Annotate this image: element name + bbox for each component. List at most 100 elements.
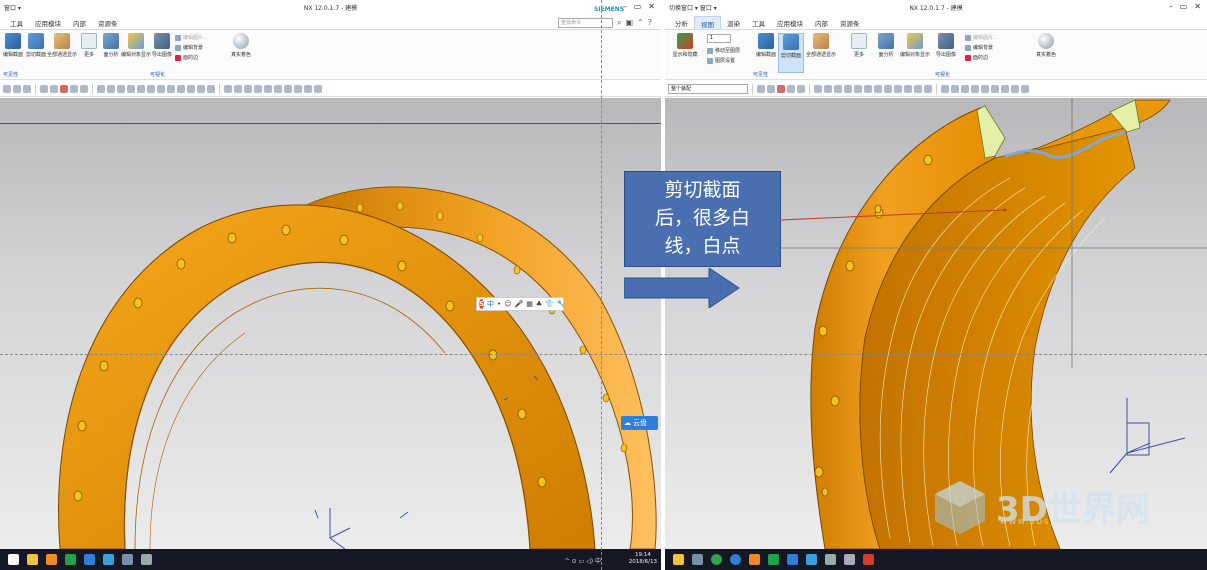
ribbon-small-face-edges[interactable]: 面的边 xyxy=(175,54,198,61)
tool-icon[interactable] xyxy=(844,84,852,93)
sogou-icon[interactable]: S xyxy=(479,299,485,309)
tool-icon[interactable] xyxy=(824,84,832,93)
menu-item-tools[interactable]: 工具 xyxy=(746,16,771,29)
close-icon[interactable]: ✕ xyxy=(1194,2,1201,11)
keyboard-icon[interactable]: ▦ xyxy=(526,300,533,308)
tool-icon[interactable] xyxy=(941,84,949,93)
clip-section-button[interactable]: 剪切截面 xyxy=(778,33,804,73)
tool-icon[interactable] xyxy=(254,84,262,93)
collapse-ribbon-icon[interactable]: ⌃ xyxy=(637,18,644,28)
floating-input-toolbar[interactable]: S 中 • ☺ 🎤 ▦ ♣ 👕 🔧 xyxy=(476,297,566,311)
menu-item-internal[interactable]: 内部 xyxy=(67,16,92,29)
true-shading-button[interactable]: 真实着色 xyxy=(228,33,254,58)
tool-icon[interactable] xyxy=(284,84,292,93)
more-button[interactable]: 更多 xyxy=(846,33,872,58)
tool-icon[interactable] xyxy=(924,84,932,93)
wechat-icon[interactable] xyxy=(711,554,722,565)
settings-icon[interactable]: 🔧 xyxy=(557,300,566,308)
minimize-icon[interactable]: – xyxy=(1169,2,1173,11)
selection-filter-select[interactable]: 整个装配 xyxy=(668,83,748,94)
menu-item-resource-bar[interactable]: 资源条 xyxy=(92,16,124,29)
tool-icon[interactable] xyxy=(304,84,312,93)
nx-icon[interactable] xyxy=(103,554,114,565)
tool-icon[interactable] xyxy=(1021,84,1029,93)
tool-icon[interactable] xyxy=(80,84,88,93)
app-icon[interactable] xyxy=(844,554,855,565)
tool-icon[interactable] xyxy=(197,84,205,93)
tool-icon[interactable] xyxy=(914,84,922,93)
window-icon[interactable]: ▣ xyxy=(625,18,633,28)
tool-icon[interactable] xyxy=(207,84,215,93)
tool-icon[interactable] xyxy=(294,84,302,93)
ribbon-small-edit-background[interactable]: 编辑背景 xyxy=(965,44,993,51)
tool-icon[interactable] xyxy=(187,84,195,93)
tool-icon[interactable] xyxy=(1011,84,1019,93)
tool-icon[interactable] xyxy=(874,84,882,93)
tool-icon[interactable] xyxy=(167,84,175,93)
menu-item-analysis[interactable]: 分析 xyxy=(669,16,694,29)
tool-icon[interactable] xyxy=(757,84,765,93)
punctuation-icon[interactable]: • xyxy=(497,300,501,308)
tool-icon[interactable] xyxy=(894,84,902,93)
system-tray[interactable]: ^ ⊙ ▭ ◁) 中 xyxy=(565,556,601,565)
nx-icon[interactable] xyxy=(806,554,817,565)
folder-icon[interactable] xyxy=(673,554,684,565)
tool-icon[interactable] xyxy=(97,84,105,93)
menu-item-applications[interactable]: 应用模块 xyxy=(29,16,67,29)
tool-icon[interactable] xyxy=(60,84,68,93)
tool-icon[interactable] xyxy=(234,84,242,93)
tool-icon[interactable] xyxy=(107,84,115,93)
menu-item-view[interactable]: 视图 xyxy=(694,16,721,29)
edit-object-display-button[interactable]: 编辑对象显示 xyxy=(898,33,932,58)
cloud-disk-button[interactable]: ☁ 云盘 xyxy=(621,416,658,430)
app-icon[interactable] xyxy=(65,554,76,565)
layer-dropdown[interactable]: 1 xyxy=(707,34,731,43)
ribbon-small-move-to-layer[interactable]: 移动至图层 xyxy=(707,47,740,54)
true-shading-button[interactable]: 真实着色 xyxy=(1033,33,1059,58)
clock[interactable]: 19:14 2018/6/13 xyxy=(629,552,657,566)
tool-icon[interactable] xyxy=(40,84,48,93)
tool-icon[interactable] xyxy=(264,84,272,93)
export-image-button[interactable]: 导出图像 xyxy=(149,33,175,58)
tool-icon[interactable] xyxy=(157,84,165,93)
pdf-icon[interactable] xyxy=(863,554,874,565)
tool-icon[interactable] xyxy=(70,84,78,93)
tool-icon[interactable] xyxy=(884,84,892,93)
ribbon-small-edit-picture[interactable]: 编辑图片... xyxy=(965,34,998,41)
app-icon[interactable] xyxy=(768,554,779,565)
edit-object-display-button[interactable]: 编辑对象显示 xyxy=(121,33,151,58)
app-icon[interactable] xyxy=(787,554,798,565)
app-icon[interactable] xyxy=(122,554,133,565)
tool-icon[interactable] xyxy=(854,84,862,93)
tool-icon[interactable] xyxy=(961,84,969,93)
tool-icon[interactable] xyxy=(274,84,282,93)
tool-icon[interactable] xyxy=(13,84,21,93)
command-search-input[interactable]: 查找命令 xyxy=(558,18,613,28)
export-image-button[interactable]: 导出图像 xyxy=(933,33,959,58)
tool-icon[interactable] xyxy=(127,84,135,93)
folder-icon[interactable] xyxy=(46,554,57,565)
tool-icon[interactable] xyxy=(991,84,999,93)
tool-icon[interactable] xyxy=(147,84,155,93)
app-icon[interactable] xyxy=(825,554,836,565)
tool-icon[interactable] xyxy=(951,84,959,93)
emoji-icon[interactable]: ☺ xyxy=(504,300,511,308)
tool-icon[interactable] xyxy=(224,84,232,93)
show-hide-button[interactable]: 显示和隐藏 xyxy=(670,33,700,58)
tool-icon[interactable] xyxy=(981,84,989,93)
tool-icon[interactable] xyxy=(864,84,872,93)
search-icon[interactable]: ⌕ xyxy=(617,18,621,28)
app-icon[interactable] xyxy=(692,554,703,565)
voice-icon[interactable]: 🎤 xyxy=(515,300,524,308)
restore-icon[interactable]: ▭ xyxy=(634,2,642,11)
face-analysis-button[interactable]: 面分析 xyxy=(873,33,899,58)
menu-item-render[interactable]: 渲染 xyxy=(721,16,746,29)
tool-icon[interactable] xyxy=(777,84,785,93)
tool-icon[interactable] xyxy=(50,84,58,93)
tool-icon[interactable] xyxy=(3,84,11,93)
clip-section-button[interactable]: 剪切截面 xyxy=(23,33,49,58)
app-icon[interactable] xyxy=(84,554,95,565)
edge-icon[interactable] xyxy=(730,554,741,565)
ribbon-small-edit-picture[interactable]: 编辑图片... xyxy=(175,34,208,41)
tool-icon[interactable] xyxy=(797,84,805,93)
